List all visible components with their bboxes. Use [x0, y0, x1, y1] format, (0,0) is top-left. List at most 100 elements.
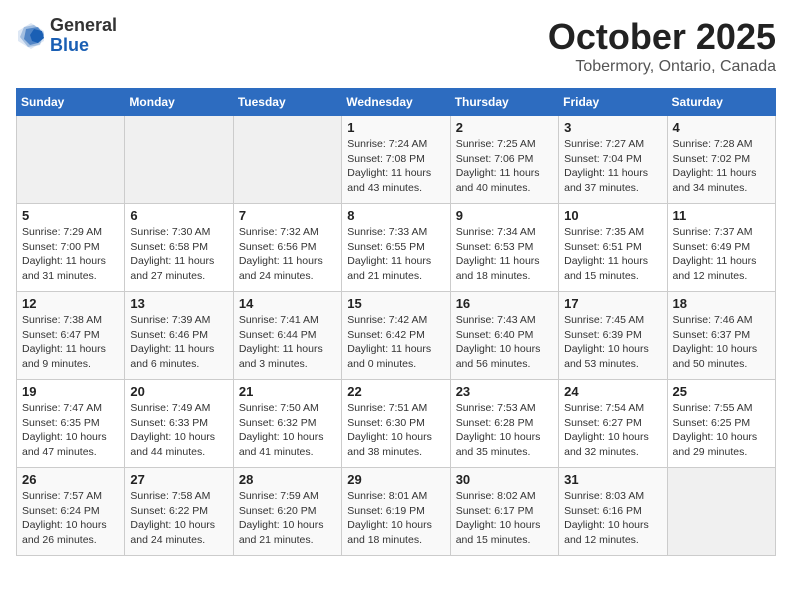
calendar-week-row: 5 Sunrise: 7:29 AMSunset: 7:00 PMDaylight… [17, 204, 776, 292]
day-number: 28 [239, 472, 336, 487]
day-number: 31 [564, 472, 661, 487]
day-info: Sunrise: 7:41 AMSunset: 6:44 PMDaylight:… [239, 313, 336, 372]
day-number: 3 [564, 120, 661, 135]
location: Tobermory, Ontario, Canada [548, 58, 776, 76]
calendar-cell: 1 Sunrise: 7:24 AMSunset: 7:08 PMDaylight… [342, 116, 450, 204]
day-info: Sunrise: 7:45 AMSunset: 6:39 PMDaylight:… [564, 313, 661, 372]
calendar-cell: 6 Sunrise: 7:30 AMSunset: 6:58 PMDaylight… [125, 204, 233, 292]
day-info: Sunrise: 7:28 AMSunset: 7:02 PMDaylight:… [673, 137, 770, 196]
day-info: Sunrise: 7:59 AMSunset: 6:20 PMDaylight:… [239, 489, 336, 548]
logo-text: General Blue [50, 16, 117, 56]
day-info: Sunrise: 7:46 AMSunset: 6:37 PMDaylight:… [673, 313, 770, 372]
day-info: Sunrise: 7:30 AMSunset: 6:58 PMDaylight:… [130, 225, 227, 284]
calendar-cell [233, 116, 341, 204]
calendar-cell [17, 116, 125, 204]
day-number: 21 [239, 384, 336, 399]
day-info: Sunrise: 7:53 AMSunset: 6:28 PMDaylight:… [456, 401, 553, 460]
title-area: October 2025 Tobermory, Ontario, Canada [548, 16, 776, 76]
day-info: Sunrise: 7:24 AMSunset: 7:08 PMDaylight:… [347, 137, 444, 196]
calendar-cell: 20Sunrise: 7:49 AMSunset: 6:33 PMDayligh… [125, 380, 233, 468]
calendar-cell: 5 Sunrise: 7:29 AMSunset: 7:00 PMDaylight… [17, 204, 125, 292]
day-number: 9 [456, 208, 553, 223]
weekday-header-thursday: Thursday [450, 89, 558, 116]
day-number: 12 [22, 296, 119, 311]
weekday-header-row: SundayMondayTuesdayWednesdayThursdayFrid… [17, 89, 776, 116]
weekday-header-wednesday: Wednesday [342, 89, 450, 116]
day-info: Sunrise: 7:27 AMSunset: 7:04 PMDaylight:… [564, 137, 661, 196]
day-info: Sunrise: 7:55 AMSunset: 6:25 PMDaylight:… [673, 401, 770, 460]
calendar-cell: 16Sunrise: 7:43 AMSunset: 6:40 PMDayligh… [450, 292, 558, 380]
page-header: General Blue October 2025 Tobermory, Ont… [16, 16, 776, 76]
day-number: 26 [22, 472, 119, 487]
calendar-cell: 11 Sunrise: 7:37 AMSunset: 6:49 PMDayligh… [667, 204, 775, 292]
day-info: Sunrise: 7:33 AMSunset: 6:55 PMDaylight:… [347, 225, 444, 284]
calendar-cell: 7Sunrise: 7:32 AMSunset: 6:56 PMDaylight… [233, 204, 341, 292]
day-number: 1 [347, 120, 444, 135]
day-number: 6 [130, 208, 227, 223]
day-number: 2 [456, 120, 553, 135]
calendar-cell: 10Sunrise: 7:35 AMSunset: 6:51 PMDayligh… [559, 204, 667, 292]
calendar-cell: 19 Sunrise: 7:47 AMSunset: 6:35 PMDayligh… [17, 380, 125, 468]
calendar-cell: 14 Sunrise: 7:41 AMSunset: 6:44 PMDayligh… [233, 292, 341, 380]
logo-blue: Blue [50, 36, 117, 56]
calendar-cell: 22Sunrise: 7:51 AMSunset: 6:30 PMDayligh… [342, 380, 450, 468]
day-info: Sunrise: 7:54 AMSunset: 6:27 PMDaylight:… [564, 401, 661, 460]
day-number: 7 [239, 208, 336, 223]
calendar-cell: 31 Sunrise: 8:03 AMSunset: 6:16 PMDayligh… [559, 468, 667, 556]
calendar-week-row: 1 Sunrise: 7:24 AMSunset: 7:08 PMDaylight… [17, 116, 776, 204]
calendar-cell: 18 Sunrise: 7:46 AMSunset: 6:37 PMDayligh… [667, 292, 775, 380]
day-info: Sunrise: 7:25 AMSunset: 7:06 PMDaylight:… [456, 137, 553, 196]
calendar-table: SundayMondayTuesdayWednesdayThursdayFrid… [16, 88, 776, 556]
calendar-cell: 8 Sunrise: 7:33 AMSunset: 6:55 PMDaylight… [342, 204, 450, 292]
day-number: 14 [239, 296, 336, 311]
day-number: 25 [673, 384, 770, 399]
calendar-cell [667, 468, 775, 556]
day-number: 27 [130, 472, 227, 487]
day-number: 11 [673, 208, 770, 223]
calendar-cell: 13Sunrise: 7:39 AMSunset: 6:46 PMDayligh… [125, 292, 233, 380]
day-number: 17 [564, 296, 661, 311]
day-info: Sunrise: 7:51 AMSunset: 6:30 PMDaylight:… [347, 401, 444, 460]
day-number: 20 [130, 384, 227, 399]
day-info: Sunrise: 7:50 AMSunset: 6:32 PMDaylight:… [239, 401, 336, 460]
calendar-cell: 2 Sunrise: 7:25 AMSunset: 7:06 PMDaylight… [450, 116, 558, 204]
day-info: Sunrise: 7:42 AMSunset: 6:42 PMDaylight:… [347, 313, 444, 372]
day-number: 16 [456, 296, 553, 311]
day-number: 4 [673, 120, 770, 135]
calendar-cell: 28 Sunrise: 7:59 AMSunset: 6:20 PMDayligh… [233, 468, 341, 556]
day-number: 24 [564, 384, 661, 399]
calendar-cell: 26 Sunrise: 7:57 AMSunset: 6:24 PMDayligh… [17, 468, 125, 556]
calendar-cell: 15Sunrise: 7:42 AMSunset: 6:42 PMDayligh… [342, 292, 450, 380]
day-info: Sunrise: 8:02 AMSunset: 6:17 PMDaylight:… [456, 489, 553, 548]
calendar-cell: 17 Sunrise: 7:45 AMSunset: 6:39 PMDayligh… [559, 292, 667, 380]
day-info: Sunrise: 7:47 AMSunset: 6:35 PMDaylight:… [22, 401, 119, 460]
day-number: 10 [564, 208, 661, 223]
day-info: Sunrise: 7:38 AMSunset: 6:47 PMDaylight:… [22, 313, 119, 372]
day-number: 13 [130, 296, 227, 311]
day-number: 19 [22, 384, 119, 399]
day-info: Sunrise: 7:37 AMSunset: 6:49 PMDaylight:… [673, 225, 770, 284]
calendar-cell: 21 Sunrise: 7:50 AMSunset: 6:32 PMDayligh… [233, 380, 341, 468]
month-title: October 2025 [548, 16, 776, 58]
day-number: 8 [347, 208, 444, 223]
weekday-header-sunday: Sunday [17, 89, 125, 116]
day-info: Sunrise: 7:57 AMSunset: 6:24 PMDaylight:… [22, 489, 119, 548]
calendar-cell: 12 Sunrise: 7:38 AMSunset: 6:47 PMDayligh… [17, 292, 125, 380]
day-info: Sunrise: 8:03 AMSunset: 6:16 PMDaylight:… [564, 489, 661, 548]
calendar-cell: 27 Sunrise: 7:58 AMSunset: 6:22 PMDayligh… [125, 468, 233, 556]
calendar-cell: 30 Sunrise: 8:02 AMSunset: 6:17 PMDayligh… [450, 468, 558, 556]
calendar-cell: 24 Sunrise: 7:54 AMSunset: 6:27 PMDayligh… [559, 380, 667, 468]
day-number: 18 [673, 296, 770, 311]
calendar-cell: 3 Sunrise: 7:27 AMSunset: 7:04 PMDaylight… [559, 116, 667, 204]
weekday-header-saturday: Saturday [667, 89, 775, 116]
logo: General Blue [16, 16, 117, 56]
weekday-header-monday: Monday [125, 89, 233, 116]
calendar-week-row: 19 Sunrise: 7:47 AMSunset: 6:35 PMDayligh… [17, 380, 776, 468]
calendar-cell: 9Sunrise: 7:34 AMSunset: 6:53 PMDaylight… [450, 204, 558, 292]
day-number: 5 [22, 208, 119, 223]
day-info: Sunrise: 7:58 AMSunset: 6:22 PMDaylight:… [130, 489, 227, 548]
day-info: Sunrise: 7:29 AMSunset: 7:00 PMDaylight:… [22, 225, 119, 284]
day-number: 30 [456, 472, 553, 487]
calendar-cell: 4 Sunrise: 7:28 AMSunset: 7:02 PMDaylight… [667, 116, 775, 204]
calendar-cell: 25 Sunrise: 7:55 AMSunset: 6:25 PMDayligh… [667, 380, 775, 468]
